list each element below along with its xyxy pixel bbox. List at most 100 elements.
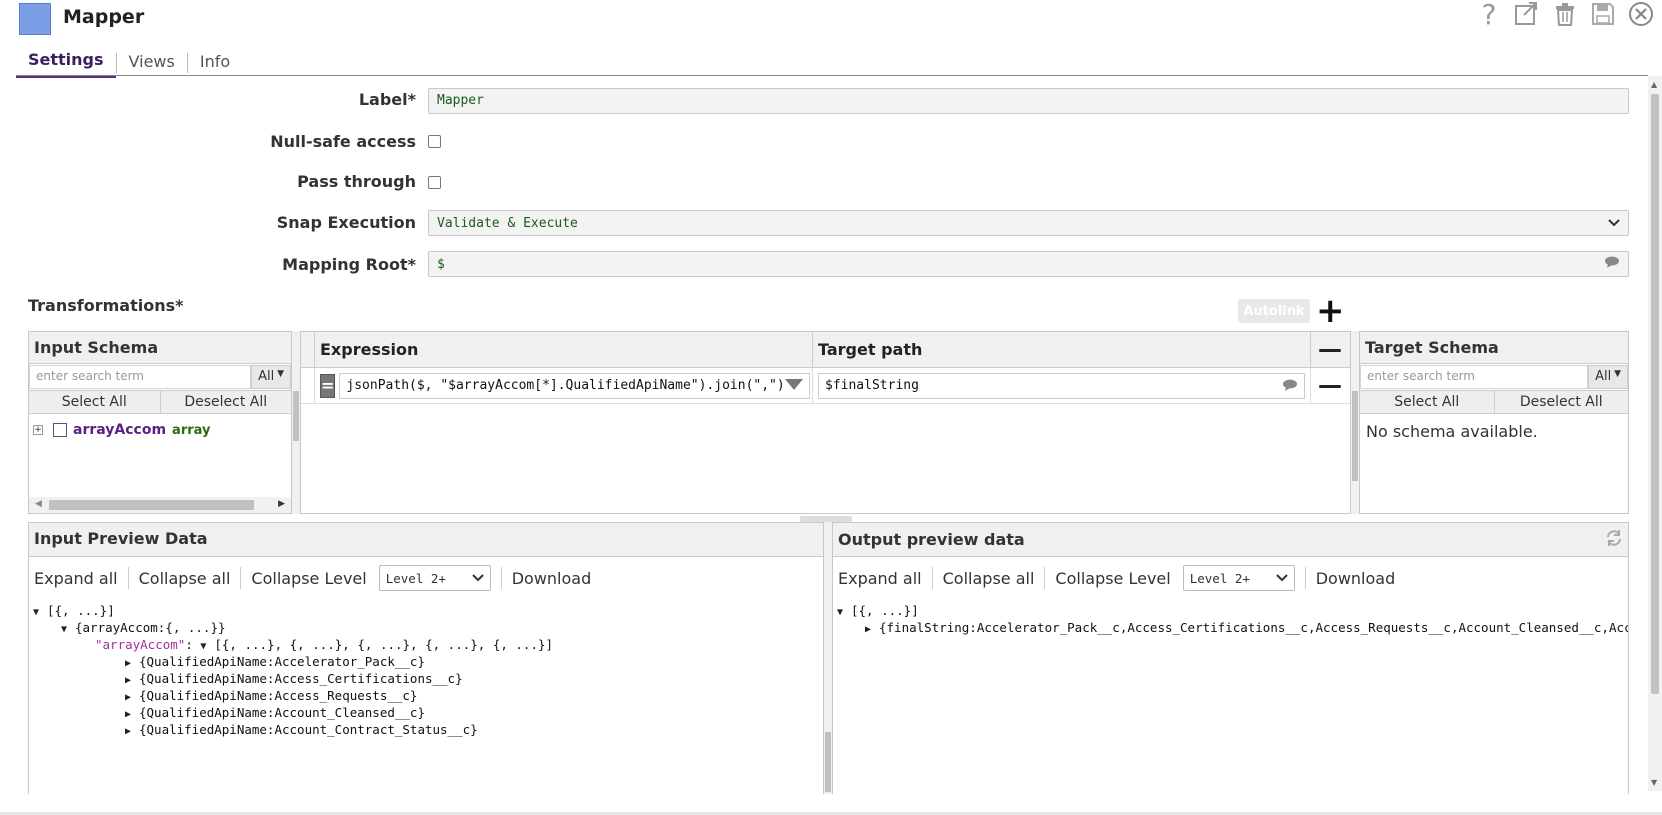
snapexec-select[interactable]: Validate & Execute: [428, 210, 1629, 236]
input-schema-vscroll[interactable]: [292, 331, 300, 514]
tree-key: "arrayAccom": [95, 637, 186, 652]
autolink-button[interactable]: Autolink: [1238, 299, 1310, 323]
tree-node-text: {QualifiedApiName:Access_Requests__c}: [139, 688, 418, 703]
target-path-value: $finalString: [825, 378, 919, 393]
tree-node-text: {finalString:Accelerator_Pack__c,Access_…: [879, 620, 1629, 635]
comment-icon[interactable]: [1604, 256, 1620, 272]
tab-settings[interactable]: Settings: [16, 48, 116, 78]
caret-down-icon[interactable]: ▼: [33, 605, 47, 620]
collapse-level-select[interactable]: Level 2+: [1182, 565, 1295, 591]
remove-row-button[interactable]: —: [1311, 368, 1349, 403]
deselect-all-button[interactable]: Deselect All: [1495, 391, 1629, 413]
tree-node[interactable]: ▶ {QualifiedApiName:Account_Cleansed__c}: [33, 705, 819, 722]
target-schema-filter[interactable]: All ▼: [1588, 365, 1628, 389]
transformations-title: Transformations*: [28, 296, 184, 315]
toolbar-divider: [1304, 567, 1306, 589]
tree-node[interactable]: ▼ {arrayAccom:{, ...}}: [33, 620, 819, 637]
caret-right-icon[interactable]: ▶: [125, 656, 139, 671]
collapse-level-select[interactable]: Level 2+: [378, 565, 491, 591]
nullsafe-checkbox[interactable]: [428, 135, 441, 148]
tree-node[interactable]: ▶ {QualifiedApiName:Access_Requests__c}: [33, 688, 819, 705]
caret-right-icon[interactable]: ▶: [125, 724, 139, 739]
target-path-input[interactable]: $finalString: [818, 372, 1305, 399]
comment-icon[interactable]: [1282, 376, 1298, 395]
main-scrollbar[interactable]: ▲ ▼: [1648, 76, 1662, 791]
target-schema-select-row: Select All Deselect All: [1360, 390, 1628, 414]
schema-field-name[interactable]: arrayAccom: [73, 422, 166, 438]
tab-info[interactable]: Info: [188, 50, 242, 77]
target-schema-search[interactable]: enter search term: [1360, 365, 1589, 389]
download-link[interactable]: Download: [512, 569, 592, 588]
select-all-button[interactable]: Select All: [1360, 391, 1495, 413]
tab-views[interactable]: Views: [117, 50, 187, 77]
caret-right-icon[interactable]: ▶: [125, 673, 139, 688]
input-schema-hscroll[interactable]: ◀ ▶: [29, 497, 291, 513]
trash-icon[interactable]: [1552, 0, 1578, 28]
refresh-icon[interactable]: [1605, 529, 1623, 551]
chevron-down-icon: [1276, 574, 1288, 582]
tree-node-text: {QualifiedApiName:Account_Cleansed__c}: [139, 705, 425, 720]
close-icon[interactable]: [1628, 0, 1654, 28]
mappingroot-input[interactable]: $: [428, 251, 1629, 277]
input-preview-toolbar: Expand all Collapse all Collapse Level L…: [29, 557, 823, 599]
save-icon[interactable]: [1590, 0, 1616, 28]
download-link[interactable]: Download: [1316, 569, 1396, 588]
caret-down-icon[interactable]: ▼: [837, 605, 851, 620]
collapse-all-link[interactable]: Collapse all: [139, 569, 231, 588]
schema-checkbox[interactable]: [53, 423, 67, 437]
caret-down-icon[interactable]: ▼: [200, 639, 214, 654]
caret-down-icon[interactable]: ▼: [61, 622, 75, 637]
tree-node-text: {QualifiedApiName:Accelerator_Pack__c}: [139, 654, 425, 669]
help-icon[interactable]: ?: [1476, 0, 1502, 31]
schema-tree-row: + arrayAccom array: [29, 414, 291, 446]
caret-right-icon[interactable]: ▶: [865, 622, 879, 637]
input-schema-search[interactable]: enter search term: [29, 365, 252, 389]
mapping-vscroll[interactable]: [1351, 331, 1359, 514]
preview-splitter[interactable]: [824, 522, 832, 794]
schema-field-type: array: [172, 422, 211, 438]
tree-node[interactable]: ▼ [{, ...}]: [33, 603, 819, 620]
add-mapping-button[interactable]: +: [1316, 294, 1345, 328]
label-label: Label*: [358, 90, 416, 109]
expression-value: jsonPath($, "$arrayAccom[*].QualifiedApi…: [346, 378, 785, 393]
input-schema-panel: Input Schema enter search term All ▼ Sele…: [28, 331, 292, 514]
collapse-level-label: Collapse Level: [1055, 568, 1171, 588]
tree-node[interactable]: ▶ {QualifiedApiName:Access_Certifications…: [33, 671, 819, 688]
collapse-all-link[interactable]: Collapse all: [943, 569, 1035, 588]
select-all-button[interactable]: Select All: [29, 391, 161, 413]
expression-dropdown-icon[interactable]: [784, 376, 803, 395]
tree-node[interactable]: ▶ {finalString:Accelerator_Pack__c,Access…: [837, 620, 1628, 637]
input-preview-title: Input Preview Data: [29, 523, 823, 557]
input-preview-panel: Input Preview Data Expand all Collapse a…: [28, 522, 824, 794]
target-schema-panel: Target Schema enter search term All ▼ Sel…: [1359, 331, 1629, 514]
tree-node[interactable]: ▶ {QualifiedApiName:Account_Contract_Stat…: [33, 722, 819, 739]
expand-icon[interactable]: +: [33, 425, 43, 435]
expression-toggle-button[interactable]: =: [320, 373, 336, 398]
passthrough-checkbox[interactable]: [428, 176, 441, 189]
output-preview-tree: ▼ [{, ...}] ▶ {finalString:Accelerator_Pac…: [833, 599, 1628, 641]
expand-all-link[interactable]: Expand all: [34, 569, 118, 588]
mapping-row: = jsonPath($, "$arrayAccom[*].QualifiedA…: [301, 368, 1350, 404]
mapping-table: Expression Target path — = jsonPath($, "…: [300, 331, 1351, 514]
target-schema-title: Target Schema: [1360, 332, 1628, 364]
caret-right-icon[interactable]: ▶: [125, 707, 139, 722]
expression-cell: = jsonPath($, "$arrayAccom[*].QualifiedA…: [315, 368, 813, 403]
input-schema-filter[interactable]: All ▼: [251, 365, 291, 389]
tab-bar: Settings Views Info: [16, 48, 242, 78]
remove-all-button[interactable]: —: [1311, 332, 1349, 367]
nullsafe-label: Null-safe access: [270, 132, 416, 151]
export-icon[interactable]: [1514, 0, 1540, 28]
input-preview-tree: ▼ [{, ...}] ▼ {arrayAccom:{, ...}} "arrayA…: [29, 599, 823, 743]
tree-node[interactable]: "arrayAccom": ▼ [{, ...}, {, ...}, {, ...…: [33, 637, 819, 654]
toolbar-divider: [1044, 567, 1046, 589]
label-input[interactable]: Mapper: [428, 88, 1629, 114]
mappingroot-label: Mapping Root*: [282, 255, 416, 274]
deselect-all-button[interactable]: Deselect All: [161, 391, 292, 413]
expand-all-link[interactable]: Expand all: [838, 569, 922, 588]
tree-node[interactable]: ▶ {QualifiedApiName:Accelerator_Pack__c}: [33, 654, 819, 671]
expression-input[interactable]: jsonPath($, "$arrayAccom[*].QualifiedApi…: [339, 372, 810, 399]
tree-colon: :: [185, 637, 193, 652]
caret-right-icon[interactable]: ▶: [125, 690, 139, 705]
tree-node[interactable]: ▼ [{, ...}]: [837, 603, 1624, 620]
input-schema-select-row: Select All Deselect All: [29, 390, 291, 414]
